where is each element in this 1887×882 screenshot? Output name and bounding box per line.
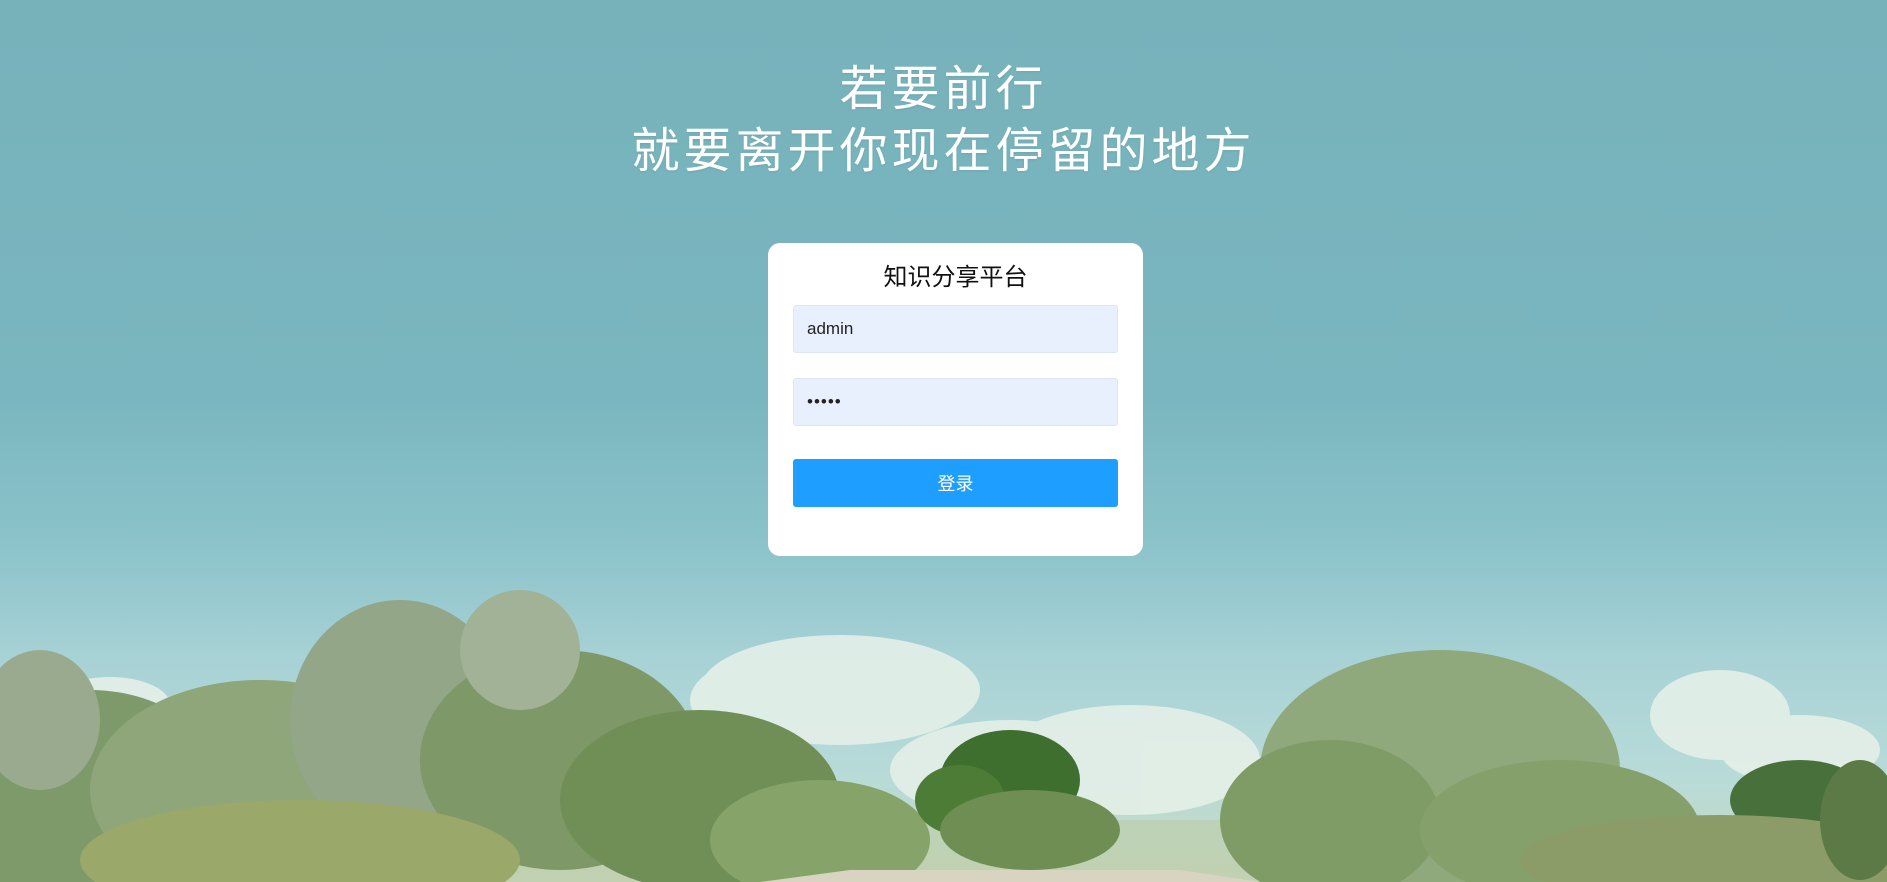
slogan-line-2: 就要离开你现在停留的地方	[631, 123, 1256, 179]
login-card: 知识分享平台 登录	[768, 243, 1143, 556]
slogan-line-1: 若要前行	[839, 61, 1048, 117]
login-button[interactable]: 登录	[793, 459, 1118, 507]
login-page: 若要前行 就要离开你现在停留的地方 知识分享平台 登录	[0, 0, 1887, 882]
username-input[interactable]	[793, 305, 1118, 353]
slogan: 若要前行 就要离开你现在停留的地方	[0, 58, 1887, 182]
password-input[interactable]	[793, 378, 1118, 426]
login-title: 知识分享平台	[883, 263, 1028, 291]
